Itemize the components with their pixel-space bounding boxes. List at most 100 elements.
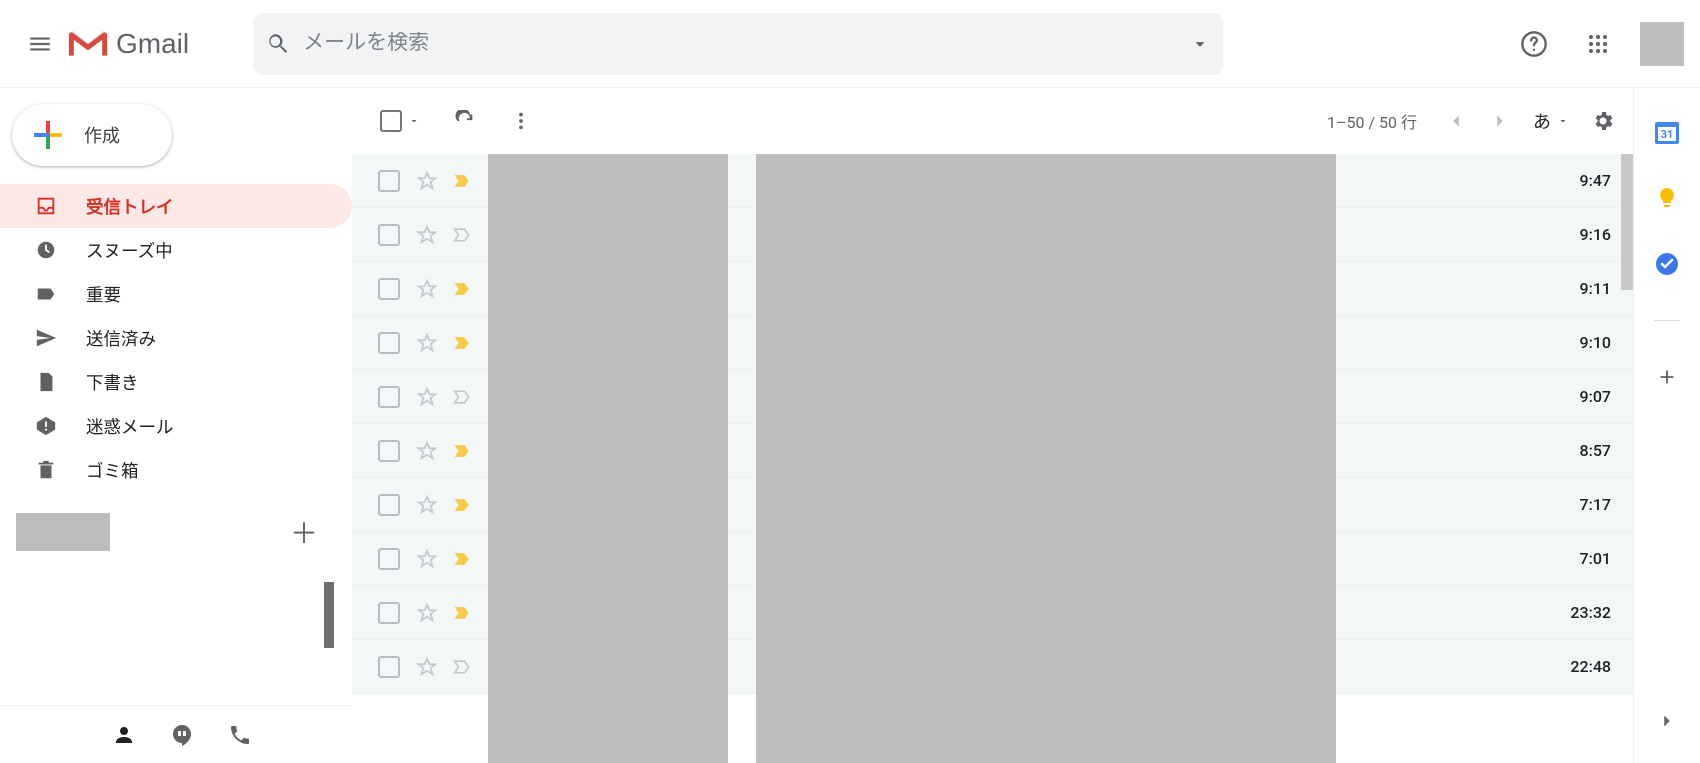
star-button[interactable] xyxy=(416,602,438,624)
star-button[interactable] xyxy=(416,278,438,300)
input-tools-button[interactable]: あ xyxy=(1533,108,1569,134)
hide-sidepanel-button[interactable] xyxy=(1653,707,1681,735)
star-button[interactable] xyxy=(416,170,438,192)
gmail-logo[interactable]: Gmail xyxy=(68,28,189,60)
header: Gmail xyxy=(0,0,1700,88)
star-button[interactable] xyxy=(416,656,438,678)
clock-icon xyxy=(34,238,58,262)
tasks-addon[interactable] xyxy=(1653,250,1681,278)
sidebar-item-inbox[interactable]: 受信トレイ xyxy=(0,184,352,228)
get-addons-button[interactable] xyxy=(1653,363,1681,391)
search-bar[interactable] xyxy=(253,13,1223,75)
refresh-button[interactable] xyxy=(454,110,476,132)
importance-marker[interactable] xyxy=(452,441,472,461)
star-button[interactable] xyxy=(416,386,438,408)
caret-down-icon[interactable] xyxy=(1189,33,1211,55)
importance-marker[interactable] xyxy=(452,603,472,623)
row-checkbox[interactable] xyxy=(378,440,400,462)
older-button[interactable] xyxy=(1489,110,1511,132)
pagination-text: 1–50 / 50 行 xyxy=(1327,109,1417,133)
plus-icon xyxy=(1656,366,1678,388)
account-avatar[interactable] xyxy=(1640,22,1684,66)
email-time: 9:47 xyxy=(1580,171,1626,190)
star-button[interactable] xyxy=(416,548,438,570)
subject-redacted xyxy=(756,154,1336,763)
sidebar-scrollbar[interactable] xyxy=(324,582,334,648)
chevron-right-icon xyxy=(1489,110,1511,132)
sidebar-item-trash[interactable]: ゴミ箱 xyxy=(0,448,352,492)
search-icon xyxy=(265,31,291,57)
importance-marker[interactable] xyxy=(452,225,472,245)
search-input[interactable] xyxy=(303,32,1189,55)
row-checkbox[interactable] xyxy=(378,386,400,408)
keep-icon xyxy=(1655,186,1679,210)
help-icon xyxy=(1520,30,1548,58)
gmail-logo-icon xyxy=(68,29,108,59)
row-checkbox[interactable] xyxy=(378,170,400,192)
importance-icon xyxy=(452,549,472,569)
importance-marker[interactable] xyxy=(452,549,472,569)
google-apps-button[interactable] xyxy=(1576,22,1620,66)
row-checkbox[interactable] xyxy=(378,224,400,246)
select-all-control[interactable] xyxy=(380,110,420,132)
support-button[interactable] xyxy=(1512,22,1556,66)
importance-marker[interactable] xyxy=(452,387,472,407)
trash-icon xyxy=(34,458,58,482)
create-label-button[interactable]: ＋ xyxy=(290,512,318,552)
side-divider xyxy=(1654,320,1680,321)
sender-redacted xyxy=(488,154,728,763)
main-menu-button[interactable] xyxy=(16,20,64,68)
importance-icon xyxy=(452,225,472,245)
star-outline-icon xyxy=(416,548,438,570)
row-checkbox[interactable] xyxy=(378,494,400,516)
hangouts-icon[interactable] xyxy=(170,723,194,747)
gmail-logo-text: Gmail xyxy=(116,28,189,60)
importance-icon xyxy=(452,279,472,299)
label-redacted xyxy=(16,513,110,551)
chevron-right-icon xyxy=(1656,710,1678,732)
svg-text:31: 31 xyxy=(1661,128,1674,141)
file-icon xyxy=(34,370,58,394)
send-icon xyxy=(34,326,58,350)
phone-icon[interactable] xyxy=(228,723,252,747)
hamburger-icon xyxy=(27,31,53,57)
star-button[interactable] xyxy=(416,332,438,354)
importance-marker[interactable] xyxy=(452,657,472,677)
row-checkbox[interactable] xyxy=(378,332,400,354)
importance-marker[interactable] xyxy=(452,279,472,299)
more-button[interactable] xyxy=(510,110,532,132)
email-time: 9:07 xyxy=(1580,387,1626,406)
hangouts-tabs xyxy=(0,705,352,763)
sidebar-item-sent[interactable]: 送信済み xyxy=(0,316,352,360)
tasks-icon xyxy=(1655,252,1679,276)
list-toolbar: 1–50 / 50 行 あ xyxy=(352,88,1633,154)
email-time: 9:11 xyxy=(1580,279,1626,298)
sidebar-item-important[interactable]: 重要 xyxy=(0,272,352,316)
labels-section: ＋ xyxy=(0,510,352,554)
importance-marker[interactable] xyxy=(452,495,472,515)
row-checkbox[interactable] xyxy=(378,548,400,570)
calendar-addon[interactable]: 31 xyxy=(1653,118,1681,146)
person-icon[interactable] xyxy=(112,723,136,747)
email-time: 8:57 xyxy=(1580,441,1626,460)
row-checkbox[interactable] xyxy=(378,602,400,624)
star-button[interactable] xyxy=(416,224,438,246)
sidebar-item-spam[interactable]: 迷惑メール xyxy=(0,404,352,448)
row-checkbox[interactable] xyxy=(378,656,400,678)
star-outline-icon xyxy=(416,440,438,462)
sidebar-item-label: スヌーズ中 xyxy=(86,238,173,263)
sidebar-item-drafts[interactable]: 下書き xyxy=(0,360,352,404)
star-button[interactable] xyxy=(416,494,438,516)
settings-button[interactable] xyxy=(1591,109,1615,133)
importance-marker[interactable] xyxy=(452,171,472,191)
compose-button[interactable]: 作成 xyxy=(12,104,172,166)
caret-down-icon xyxy=(408,115,420,127)
importance-marker[interactable] xyxy=(452,333,472,353)
sidebar-item-snoozed[interactable]: スヌーズ中 xyxy=(0,228,352,272)
row-checkbox[interactable] xyxy=(378,278,400,300)
keep-addon[interactable] xyxy=(1653,184,1681,212)
list-scrollbar[interactable] xyxy=(1621,154,1633,290)
sidebar-item-label: ゴミ箱 xyxy=(86,458,139,483)
star-button[interactable] xyxy=(416,440,438,462)
newer-button[interactable] xyxy=(1445,110,1467,132)
